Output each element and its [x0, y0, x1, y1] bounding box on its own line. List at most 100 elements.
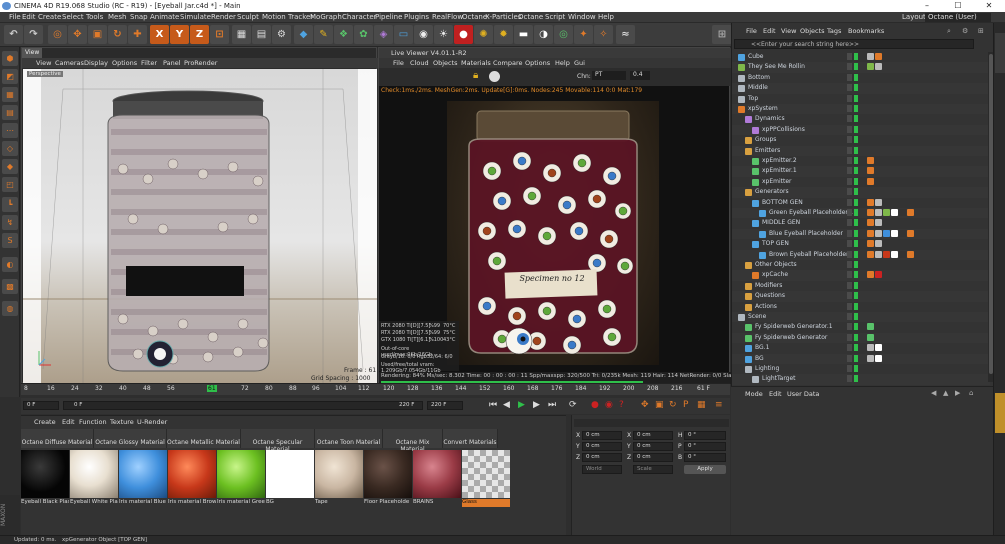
material-swatch-selected[interactable]: Glass: [462, 450, 510, 507]
layout-select[interactable]: Octane (User): [925, 13, 991, 22]
tag-icon[interactable]: [867, 63, 874, 71]
render-check-icon[interactable]: [854, 146, 858, 154]
lv-menu-help[interactable]: Help: [555, 59, 570, 67]
tag-icon[interactable]: [883, 250, 890, 258]
key-parameter-icon[interactable]: P: [683, 400, 688, 410]
visibility-toggle[interactable]: [847, 105, 860, 112]
menu-file[interactable]: File: [9, 13, 21, 21]
editor-visibility-dot[interactable]: [847, 365, 852, 372]
editor-visibility-dot[interactable]: [847, 240, 852, 248]
tag-icon[interactable]: [875, 63, 882, 71]
object-row[interactable]: xpPPCollisions: [732, 124, 990, 136]
octane-specular-button[interactable]: Octane Specular Material: [241, 429, 315, 453]
menu-realflow[interactable]: RealFlow: [432, 13, 463, 21]
toolbar-layout-icon[interactable]: ⊞: [712, 25, 732, 44]
deformer-icon[interactable]: ◈: [374, 25, 393, 44]
cloner-icon[interactable]: ✿: [354, 25, 373, 44]
object-row[interactable]: They See Me Rollin: [732, 62, 990, 73]
coordinate-mode-select[interactable]: World: [582, 465, 622, 474]
visibility-toggle[interactable]: [847, 125, 860, 133]
apply-button[interactable]: Apply: [684, 465, 726, 474]
editor-visibility-dot[interactable]: [847, 63, 852, 71]
vp-menu-prorender[interactable]: ProRender: [184, 59, 217, 67]
visibility-toggle[interactable]: [847, 302, 860, 310]
render-check-icon[interactable]: [854, 136, 858, 144]
xparticles-emitter-icon[interactable]: ✦: [574, 25, 593, 44]
vp-menu-view[interactable]: View: [36, 59, 51, 67]
visibility-toggle[interactable]: [847, 333, 860, 341]
lv-menu-cloud[interactable]: Cloud: [410, 59, 429, 67]
lv-menu-compare[interactable]: Compare: [493, 59, 523, 67]
am-menu-user-data[interactable]: User Data: [787, 390, 819, 398]
menu-octane-2[interactable]: Octane: [518, 13, 543, 21]
model-mode-icon[interactable]: ◩: [2, 69, 18, 84]
visibility-toggle[interactable]: [847, 63, 860, 71]
octane-daylight-icon[interactable]: ✹: [494, 25, 513, 44]
render-picture-viewer-icon[interactable]: ▤: [252, 25, 271, 44]
octane-metallic-button[interactable]: Octane Metallic Material: [167, 429, 241, 448]
mat-menu-create[interactable]: Create: [34, 418, 56, 426]
rotation-h-field[interactable]: 0 °: [684, 431, 726, 440]
tag-icon[interactable]: [875, 240, 882, 248]
visibility-toggle[interactable]: [847, 53, 860, 60]
object-row[interactable]: xpEmitter: [732, 177, 990, 187]
visibility-toggle[interactable]: [847, 261, 860, 268]
tag-icon[interactable]: [875, 250, 882, 258]
tag-icon[interactable]: [891, 250, 898, 258]
visibility-toggle[interactable]: [847, 73, 860, 81]
x-axis-button[interactable]: X: [150, 25, 169, 44]
tag-icon[interactable]: [875, 229, 882, 237]
object-row[interactable]: Emitters: [732, 145, 990, 156]
tag-icon[interactable]: [907, 229, 914, 237]
timeline-menu-icon[interactable]: ≡: [715, 400, 723, 410]
tag-icon[interactable]: [907, 209, 914, 216]
tag-icon[interactable]: [875, 271, 882, 279]
am-up-icon[interactable]: ▲: [943, 389, 948, 397]
tag-icon[interactable]: [875, 198, 882, 206]
octane-diffuse-button[interactable]: Octane Diffuse Material: [21, 429, 94, 448]
convert-materials-button[interactable]: Convert Materials: [443, 429, 498, 448]
object-row[interactable]: Fy Spiderweb Generator.1: [732, 322, 990, 332]
editor-visibility-dot[interactable]: [847, 177, 852, 185]
viewport-scene[interactable]: Perspective Frame : 61 Grid Spacing : 10…: [23, 69, 377, 383]
object-row[interactable]: Generators: [732, 187, 990, 198]
material-swatch[interactable]: Tape: [315, 450, 363, 506]
rotation-b-field[interactable]: 0 °: [684, 453, 726, 462]
material-swatch[interactable]: Iris material Gree: [217, 450, 265, 506]
refresh-icon[interactable]: [489, 71, 500, 82]
render-check-icon[interactable]: [854, 365, 858, 372]
make-editable-icon[interactable]: ⬢: [2, 51, 18, 66]
visibility-toggle[interactable]: [847, 157, 860, 164]
editor-visibility-dot[interactable]: [847, 292, 852, 300]
editor-visibility-dot[interactable]: [847, 281, 852, 289]
object-row[interactable]: Scene: [732, 312, 990, 323]
menu-render[interactable]: Render: [211, 13, 236, 21]
editor-visibility-dot[interactable]: [847, 229, 852, 237]
lv-menu-file[interactable]: File: [393, 59, 404, 67]
render-check-icon[interactable]: [854, 73, 858, 81]
tag-icon[interactable]: [867, 323, 874, 331]
go-to-end-icon[interactable]: ⏭: [548, 400, 556, 410]
om-expand-icon[interactable]: ⊞: [978, 27, 984, 35]
render-check-icon[interactable]: [854, 323, 858, 331]
mat-menu-edit[interactable]: Edit: [62, 418, 75, 426]
size-z-field[interactable]: 0 cm: [633, 453, 673, 462]
lv-menu-options[interactable]: Options: [525, 59, 550, 67]
render-settings-icon[interactable]: ⚙: [272, 25, 291, 44]
coordinate-system-icon[interactable]: ⊡: [210, 25, 229, 44]
editor-visibility-dot[interactable]: [847, 323, 852, 331]
render-check-icon[interactable]: [854, 84, 858, 92]
tag-icon[interactable]: [883, 229, 890, 237]
editor-visibility-dot[interactable]: [847, 136, 852, 144]
render-view-icon[interactable]: ▦: [232, 25, 251, 44]
visibility-toggle[interactable]: [847, 188, 860, 196]
mat-menu-texture[interactable]: Texture: [110, 418, 134, 426]
editor-visibility-dot[interactable]: [847, 313, 852, 320]
editor-visibility-dot[interactable]: [847, 198, 852, 206]
render-check-icon[interactable]: [854, 63, 858, 71]
undo-icon[interactable]: ↶: [4, 25, 23, 44]
tag-icon[interactable]: [867, 53, 874, 60]
visibility-toggle[interactable]: [847, 354, 860, 362]
am-menu-edit[interactable]: Edit: [769, 390, 782, 398]
subdivision-icon[interactable]: ❖: [334, 25, 353, 44]
